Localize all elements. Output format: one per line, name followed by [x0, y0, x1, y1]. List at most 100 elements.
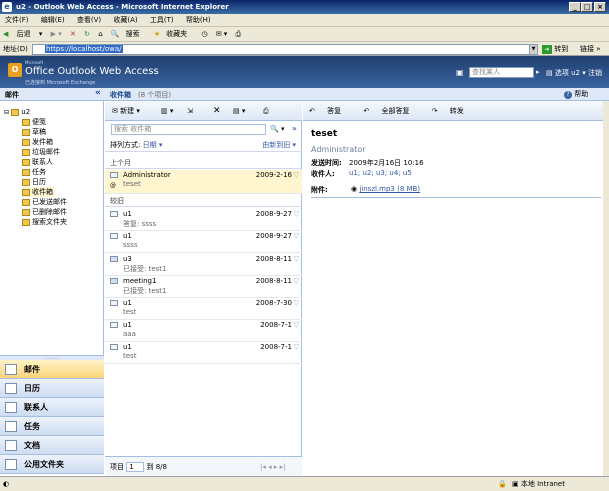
- nav-calendar[interactable]: 日历: [0, 379, 104, 398]
- sort-row: 排列方式: 日期 ▾ 由新到旧 ▾: [105, 139, 302, 152]
- back-button[interactable]: ◀ 后退 ▾: [3, 27, 42, 42]
- flag-icon[interactable]: ▽: [294, 255, 299, 263]
- menu-favorites[interactable]: 收藏(A): [108, 14, 142, 27]
- folder-item-search[interactable]: 搜索文件夹: [22, 217, 67, 227]
- move-to-folder-icon[interactable]: ⇲: [187, 101, 193, 121]
- message-row[interactable]: u1 test 2008-7-1 ▽: [105, 342, 302, 364]
- collapse-tree-icon[interactable]: ⊟: [4, 109, 9, 116]
- address-dropdown-button[interactable]: ▼: [529, 44, 538, 55]
- menu-view[interactable]: 查看(V): [72, 14, 106, 27]
- options-link[interactable]: 选项: [555, 69, 569, 77]
- search-inbox-input[interactable]: 搜索 收件箱: [111, 124, 266, 135]
- to-value[interactable]: u1; u2; u3; u4; u5: [349, 169, 412, 177]
- view-options-icon[interactable]: ▥ ▾: [161, 101, 173, 121]
- mail-icon[interactable]: ✉ ▾: [216, 27, 228, 42]
- flag-icon[interactable]: ▽: [294, 299, 299, 307]
- forward-button[interactable]: ↷ 转发: [432, 107, 474, 115]
- message-row[interactable]: u1 ssss 2008-9-27 ▽: [105, 231, 302, 253]
- logoff-link[interactable]: 注销: [588, 69, 602, 77]
- nav-mail[interactable]: 邮件: [0, 360, 104, 379]
- favorites-button[interactable]: ★ 收藏夹: [154, 27, 193, 42]
- flag-icon[interactable]: ▽: [294, 232, 299, 240]
- minimize-button[interactable]: _: [569, 2, 581, 12]
- user-name: u2: [571, 69, 580, 77]
- message-row[interactable]: u1 答复: ssss 2008-9-27 ▽: [105, 209, 302, 231]
- list-footer: 项目 1 到 8/8 |◂ ◂ ▸ ▸|: [105, 456, 302, 476]
- search-magnifier-icon[interactable]: 🔍 ▾: [270, 125, 284, 133]
- flag-icon[interactable]: ▽: [294, 321, 299, 329]
- to-label: 收件人:: [311, 170, 335, 178]
- home-icon[interactable]: ⌂: [98, 27, 102, 42]
- menu-help[interactable]: 帮助(H): [181, 14, 216, 27]
- message-sender[interactable]: Administrator: [311, 145, 366, 154]
- go-button[interactable]: ➔ 转到: [542, 43, 568, 55]
- address-input[interactable]: https://localhost/owa/: [32, 44, 538, 55]
- message-row[interactable]: u3 已接受: test1 2008-8-11 ▽: [105, 254, 302, 276]
- envelope-icon: [110, 344, 118, 350]
- folder-title: 收件箱: [110, 91, 131, 99]
- envelope-icon: [110, 172, 118, 178]
- calendar-nav-icon: [5, 383, 17, 394]
- folder-item-deleted[interactable]: 已删除邮件: [22, 207, 67, 217]
- flag-icon[interactable]: ▽: [294, 277, 299, 285]
- check-names-icon[interactable]: ▤ ▾: [233, 101, 245, 121]
- pagination-arrows[interactable]: |◂ ◂ ▸ ▸|: [260, 457, 285, 477]
- folder-item-junk[interactable]: 垃圾邮件: [22, 147, 60, 157]
- flag-icon[interactable]: ▽: [294, 343, 299, 351]
- folder-root[interactable]: ⊟ u2: [4, 108, 30, 116]
- expand-search-icon[interactable]: »: [292, 124, 297, 133]
- message-row[interactable]: u1 aaa 2008-7-1 ▽: [105, 320, 302, 342]
- menu-tools[interactable]: 工具(T): [145, 14, 179, 27]
- refresh-icon[interactable]: ↻: [84, 27, 90, 42]
- search-button[interactable]: 🔍 搜索: [111, 27, 146, 42]
- sub-header: 邮件 « 收件箱 (8 个项目) ? 帮助: [0, 88, 609, 101]
- folder-item-drafts[interactable]: 草稿: [22, 127, 46, 137]
- reply-all-button[interactable]: ↶ 全部答复: [363, 107, 419, 115]
- message-row[interactable]: u1 test 2008-7-30 ▽: [105, 298, 302, 320]
- sort-field[interactable]: 日期 ▾: [143, 141, 163, 149]
- find-someone-input[interactable]: 查找某人: [469, 67, 534, 78]
- nav-tasks[interactable]: 任务: [0, 417, 104, 436]
- folder-item-notes[interactable]: 便笺: [22, 117, 46, 127]
- attachment-icon: @: [110, 182, 116, 189]
- history-icon[interactable]: ◷: [201, 27, 207, 42]
- message-row[interactable]: meeting1 已接受: test1 2008-8-11 ▽: [105, 276, 302, 298]
- page-number-input[interactable]: 1: [126, 462, 145, 472]
- folder-item-sent[interactable]: 已发送邮件: [22, 197, 67, 207]
- close-button[interactable]: ×: [594, 2, 606, 12]
- inbox-icon: [22, 188, 30, 196]
- delete-icon[interactable]: ✕: [213, 101, 221, 121]
- sort-order[interactable]: 由新到旧 ▾: [262, 139, 296, 152]
- reply-button[interactable]: ↶ 答复: [309, 107, 351, 115]
- flag-icon[interactable]: ▽: [294, 210, 299, 218]
- new-button[interactable]: ✉ 新建 ▾: [112, 101, 140, 121]
- print-icon[interactable]: ⎙: [236, 27, 242, 42]
- address-label: 地址(D): [3, 45, 28, 53]
- address-book-icon[interactable]: ▣: [456, 68, 464, 77]
- maximize-button[interactable]: □: [581, 2, 593, 12]
- nav-documents[interactable]: 文档: [0, 436, 104, 455]
- folder-item-inbox[interactable]: 收件箱: [22, 187, 55, 197]
- nav-public-folders[interactable]: 公用文件夹: [0, 455, 104, 474]
- attachment-link[interactable]: ◉ jinszl.mp3 (8 MB): [351, 185, 420, 193]
- folder-item-contacts[interactable]: 联系人: [22, 157, 53, 167]
- flag-icon[interactable]: ▽: [294, 171, 299, 179]
- folder-item-calendar[interactable]: 日历: [22, 177, 46, 187]
- sort-label: 排列方式:: [110, 141, 141, 149]
- print-list-icon[interactable]: ⎙: [263, 101, 269, 121]
- window-scrollbar[interactable]: [603, 101, 609, 476]
- nav-contacts[interactable]: 联系人: [0, 398, 104, 417]
- find-button-icon[interactable]: ▸: [536, 68, 540, 76]
- folder-item-outbox[interactable]: 发件箱: [22, 137, 53, 147]
- links-button[interactable]: 链接 »: [580, 43, 601, 55]
- message-row[interactable]: Administrator teset 2009-2-16 ▽ @: [105, 170, 302, 194]
- stop-icon[interactable]: ✕: [70, 27, 76, 42]
- forward-button[interactable]: ▶ ▾: [51, 27, 62, 42]
- forward-icon: ↷: [431, 107, 438, 115]
- menu-edit[interactable]: 编辑(E): [36, 14, 70, 27]
- menu-file[interactable]: 文件(F): [0, 14, 34, 27]
- help-link[interactable]: ? 帮助: [564, 89, 588, 99]
- product-subtitle: 已连接到 Microsoft Exchange: [25, 80, 96, 86]
- collapse-pane-icon[interactable]: «: [95, 88, 101, 98]
- folder-item-tasks[interactable]: 任务: [22, 167, 46, 177]
